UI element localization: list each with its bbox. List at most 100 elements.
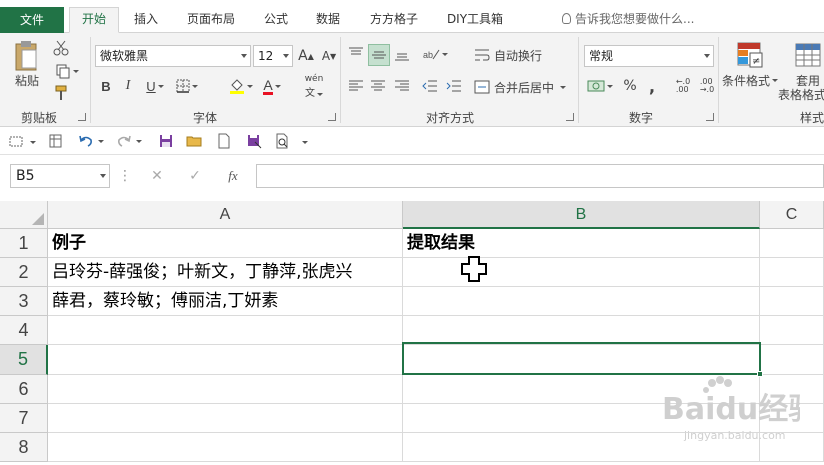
grid-select-icon[interactable] — [8, 133, 24, 149]
cell-a8[interactable] — [48, 433, 403, 462]
tab-fangfang[interactable]: 方方格子 — [360, 8, 428, 33]
row-header-4[interactable]: 4 — [0, 316, 48, 345]
customize-qat-icon[interactable] — [300, 133, 310, 149]
tab-diy[interactable]: DIY工具箱 — [438, 8, 512, 33]
watermark-url: jingyan.baidu.com — [683, 429, 786, 442]
save-as-icon[interactable] — [246, 133, 262, 149]
underline-button[interactable]: U — [142, 76, 168, 96]
chevron-down-icon[interactable] — [28, 133, 38, 149]
column-header-a[interactable]: A — [48, 201, 403, 229]
cut-icon[interactable] — [52, 39, 70, 57]
cell-a7[interactable] — [48, 404, 403, 433]
column-header-c[interactable]: C — [760, 201, 824, 229]
tab-data[interactable]: 数据 — [306, 8, 350, 33]
font-color-button[interactable]: A — [258, 76, 286, 96]
font-launcher-icon[interactable] — [328, 113, 336, 121]
wrap-text-button[interactable]: 自动换行 — [474, 44, 550, 66]
merge-cells-icon — [474, 80, 490, 94]
increase-decimal-button[interactable]: ←.0.00 — [672, 76, 694, 96]
italic-button[interactable]: I — [120, 76, 136, 96]
increase-indent-button[interactable] — [444, 77, 464, 95]
tab-page-layout[interactable]: 页面布局 — [176, 8, 246, 33]
merge-center-button[interactable]: 合并后居中 — [474, 76, 574, 98]
font-name-select[interactable]: 微软雅黑 — [95, 45, 251, 67]
select-all-corner[interactable] — [0, 201, 48, 229]
top-align-button[interactable] — [346, 44, 366, 64]
cell-b3[interactable] — [403, 287, 760, 316]
row-header-8[interactable]: 8 — [0, 433, 48, 462]
tell-me-search[interactable]: 告诉我您想要做什么... — [562, 10, 694, 27]
cell-c3[interactable] — [760, 287, 824, 316]
number-format-select[interactable]: 常规 — [584, 45, 714, 67]
save-icon[interactable] — [158, 133, 174, 149]
alignment-launcher-icon[interactable] — [566, 113, 574, 121]
active-cell-selection[interactable] — [402, 342, 763, 377]
row-header-6[interactable]: 6 — [0, 375, 48, 404]
cell-c4[interactable] — [760, 316, 824, 345]
row-header-7[interactable]: 7 — [0, 404, 48, 433]
cell-a6[interactable] — [48, 375, 403, 404]
decrease-indent-button[interactable] — [420, 77, 440, 95]
row-header-5[interactable]: 5 — [0, 345, 48, 375]
formula-input[interactable] — [256, 164, 824, 188]
tab-formulas[interactable]: 公式 — [254, 8, 298, 33]
copy-icon[interactable] — [52, 62, 82, 80]
grow-font-button[interactable]: A ▲ — [297, 46, 315, 66]
paste-label[interactable]: 粘贴 — [10, 73, 44, 88]
open-folder-icon[interactable] — [186, 133, 202, 149]
comma-style-button[interactable]: , — [644, 76, 660, 96]
column-header-b[interactable]: B — [403, 201, 760, 229]
fill-color-button[interactable] — [226, 76, 256, 96]
name-box[interactable]: B5 — [10, 164, 110, 188]
format-as-table-icon[interactable] — [792, 39, 824, 71]
cell-c1[interactable] — [760, 229, 824, 258]
cell-b2[interactable] — [403, 258, 760, 287]
cell-a4[interactable] — [48, 316, 403, 345]
number-launcher-icon[interactable] — [706, 113, 714, 121]
middle-align-button[interactable] — [368, 44, 390, 66]
cell-b1[interactable]: 提取结果 — [403, 229, 760, 258]
format-as-table-label-2[interactable]: 表格格式 — [776, 87, 824, 102]
percent-button[interactable]: % — [620, 76, 640, 96]
left-align-button[interactable] — [346, 77, 366, 95]
print-preview-icon[interactable] — [274, 133, 290, 149]
font-size-select[interactable]: 12 — [253, 45, 293, 67]
redo-icon[interactable] — [116, 133, 142, 149]
undo-icon[interactable] — [78, 133, 104, 149]
cell-c2[interactable] — [760, 258, 824, 287]
insert-function-button[interactable]: fx — [222, 167, 244, 185]
cell-b4[interactable] — [403, 316, 760, 345]
bold-button[interactable]: B — [98, 76, 114, 96]
tab-home[interactable]: 开始 — [69, 7, 119, 33]
enter-icon[interactable]: ✓ — [184, 167, 206, 185]
tab-insert[interactable]: 插入 — [124, 8, 168, 33]
center-align-button[interactable] — [368, 77, 388, 95]
conditional-format-icon[interactable]: ≠ — [734, 39, 766, 71]
conditional-format-label[interactable]: 条件格式 — [722, 73, 778, 88]
orientation-button[interactable]: ab — [420, 44, 450, 64]
cell-a1[interactable]: 例子 — [48, 229, 403, 258]
cell-a2[interactable]: 吕玲芬-薛强俊；叶新文，丁静萍,张虎兴 — [48, 258, 403, 287]
right-align-button[interactable] — [392, 77, 412, 95]
borders-button[interactable] — [174, 76, 200, 96]
phonetic-guide-button[interactable]: wén 文 — [300, 74, 328, 99]
new-file-icon[interactable] — [216, 133, 232, 149]
row-header-1[interactable]: 1 — [0, 229, 48, 258]
sheet-icon[interactable] — [48, 133, 64, 149]
accounting-format-button[interactable] — [584, 76, 616, 96]
bottom-align-button[interactable] — [392, 44, 412, 64]
tab-file[interactable]: 文件 — [0, 7, 64, 33]
cell-a5[interactable] — [48, 345, 403, 375]
decrease-decimal-button[interactable]: .00 →.0 — [696, 76, 718, 96]
row-header-3[interactable]: 3 — [0, 287, 48, 316]
cell-a3[interactable]: 薛君，蔡玲敏；傅丽洁,丁妍素 — [48, 287, 403, 316]
clipboard-launcher-icon[interactable] — [78, 113, 86, 121]
format-painter-icon[interactable] — [52, 84, 70, 102]
cancel-icon[interactable]: ✕ — [146, 167, 168, 185]
row-header-2[interactable]: 2 — [0, 258, 48, 287]
align-left-icon — [349, 80, 363, 91]
styles-group-label: 样式 — [800, 111, 824, 125]
paste-icon[interactable] — [8, 39, 46, 73]
shrink-font-button[interactable]: A ▼ — [320, 46, 338, 66]
cell-c5[interactable] — [760, 345, 824, 375]
